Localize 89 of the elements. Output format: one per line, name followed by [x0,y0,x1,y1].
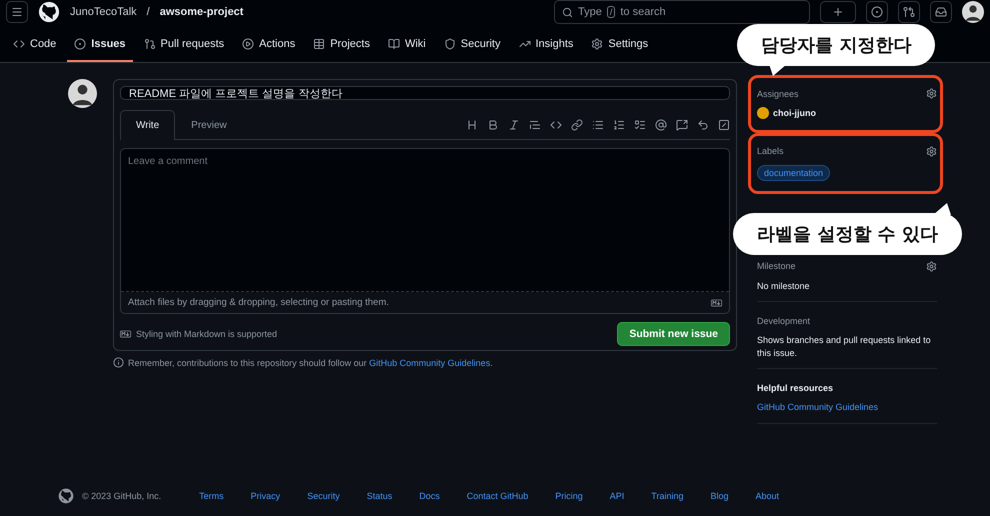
numbered-list-icon[interactable] [613,119,625,131]
table-icon [313,38,326,50]
quote-icon[interactable] [529,119,541,131]
title-field[interactable]: README 파일에 프로젝트 설명을 작성한다 [120,86,730,100]
task-list-icon[interactable] [634,119,646,131]
play-icon [242,38,254,50]
guidelines-link[interactable]: GitHub Community Guidelines [757,402,878,412]
github-logo [58,488,74,504]
author-avatar [68,79,97,108]
repo-name-link[interactable]: awsome-project [160,6,244,18]
markdown-icon [120,330,131,338]
repo-tab[interactable]: Projects [306,38,377,62]
repo-tab[interactable]: Actions [235,38,302,62]
reference-icon[interactable] [676,119,688,131]
footer-link[interactable]: Privacy [250,491,280,501]
settings-icon[interactable] [926,146,937,157]
search-field[interactable]: Type / to search [554,0,810,24]
footer-link[interactable]: Contact GitHub [466,491,528,501]
footer-link[interactable]: Status [366,491,392,501]
plus-icon [832,6,844,18]
repo-tab[interactable]: Wiki [380,38,433,62]
issue-icon [871,6,883,18]
markdown-note: Styling with Markdown is supported [136,329,278,339]
heading-icon[interactable] [466,119,478,131]
editor-tab[interactable]: Write [120,110,176,140]
assignee-avatar [757,107,769,120]
markdown-icon [711,298,722,306]
mention-icon[interactable] [655,119,667,131]
comment-field[interactable]: Leave a comment [121,149,729,292]
issue-icon [74,38,86,50]
section-heading: Milestone [757,261,796,272]
repo-tab[interactable]: Insights [512,38,580,62]
footer-link[interactable]: About [756,491,780,501]
development-text: Shows branches and pull requests linked to this issue. [757,334,932,360]
submit-button[interactable]: Submit new issue [617,322,730,346]
slash-command-icon[interactable] [718,119,730,131]
pull-requests-button[interactable] [898,1,920,23]
bold-icon[interactable] [487,119,499,131]
link-icon[interactable] [571,119,583,131]
code-icon [13,38,25,50]
callout-tail [933,203,951,215]
octocat-logo[interactable] [38,1,60,23]
graph-icon [518,38,530,50]
search-icon [562,6,573,18]
gear-icon [591,38,604,50]
issues-button[interactable] [866,1,888,23]
shield-icon [444,38,456,50]
breadcrumb-separator: / [146,6,150,18]
section-heading: Assignees [757,88,799,98]
code-icon[interactable] [550,119,562,131]
book-icon [388,38,400,50]
repo-tab[interactable]: Code [6,38,64,62]
repo-tab[interactable]: Pull requests [136,38,232,62]
repo-tab[interactable]: Security [436,38,508,62]
footer-link[interactable]: Terms [199,491,224,501]
footer-link[interactable]: Security [307,491,340,501]
assignee-name[interactable]: choi-jjuno [773,107,816,120]
info-icon [113,357,124,368]
section-heading: Development [757,316,812,326]
settings-icon[interactable] [926,88,937,99]
callout-tail [769,64,787,76]
inbox-icon [935,6,947,18]
reminder-text: Remember, contributions to this repository should follow our GitHub Community Guidelines. [128,358,493,368]
repo-owner-link[interactable]: JunoTecoTalk [70,6,137,18]
footer-link[interactable]: Training [651,491,684,501]
pull-request-icon [903,6,915,18]
repo-tab[interactable]: Issues [67,38,133,62]
settings-icon[interactable] [926,260,937,272]
guidelines-link[interactable]: GitHub Community Guidelines [369,358,490,368]
milestone-value: No milestone [757,280,811,292]
pull-request-icon [144,38,156,50]
section-heading: Labels [757,146,784,156]
section-heading: Helpful resources [757,383,834,394]
footer-link[interactable]: Blog [710,491,728,501]
callout-bubble: 라벨을 설정할 수 있다 [733,213,962,255]
callout-bubble: 담당자를 지정한다 [737,24,936,66]
footer-link[interactable]: Docs [419,491,440,501]
inbox-button[interactable] [930,1,952,23]
footer-link[interactable]: Pricing [555,491,583,501]
menu-icon [11,6,23,18]
footer-link[interactable]: API [610,491,624,501]
editor-tab[interactable]: Preview [175,110,243,140]
copyright-text: © 2023 GitHub, Inc. [82,491,162,501]
attach-hint: Attach files by dragging & dropping, selecting or pasting them. [128,297,389,308]
menu-button[interactable] [6,1,28,23]
repo-tab[interactable]: Settings [584,38,656,62]
italic-icon[interactable] [508,119,520,131]
label-tag: documentation [757,164,830,181]
reply-icon[interactable] [697,119,709,131]
